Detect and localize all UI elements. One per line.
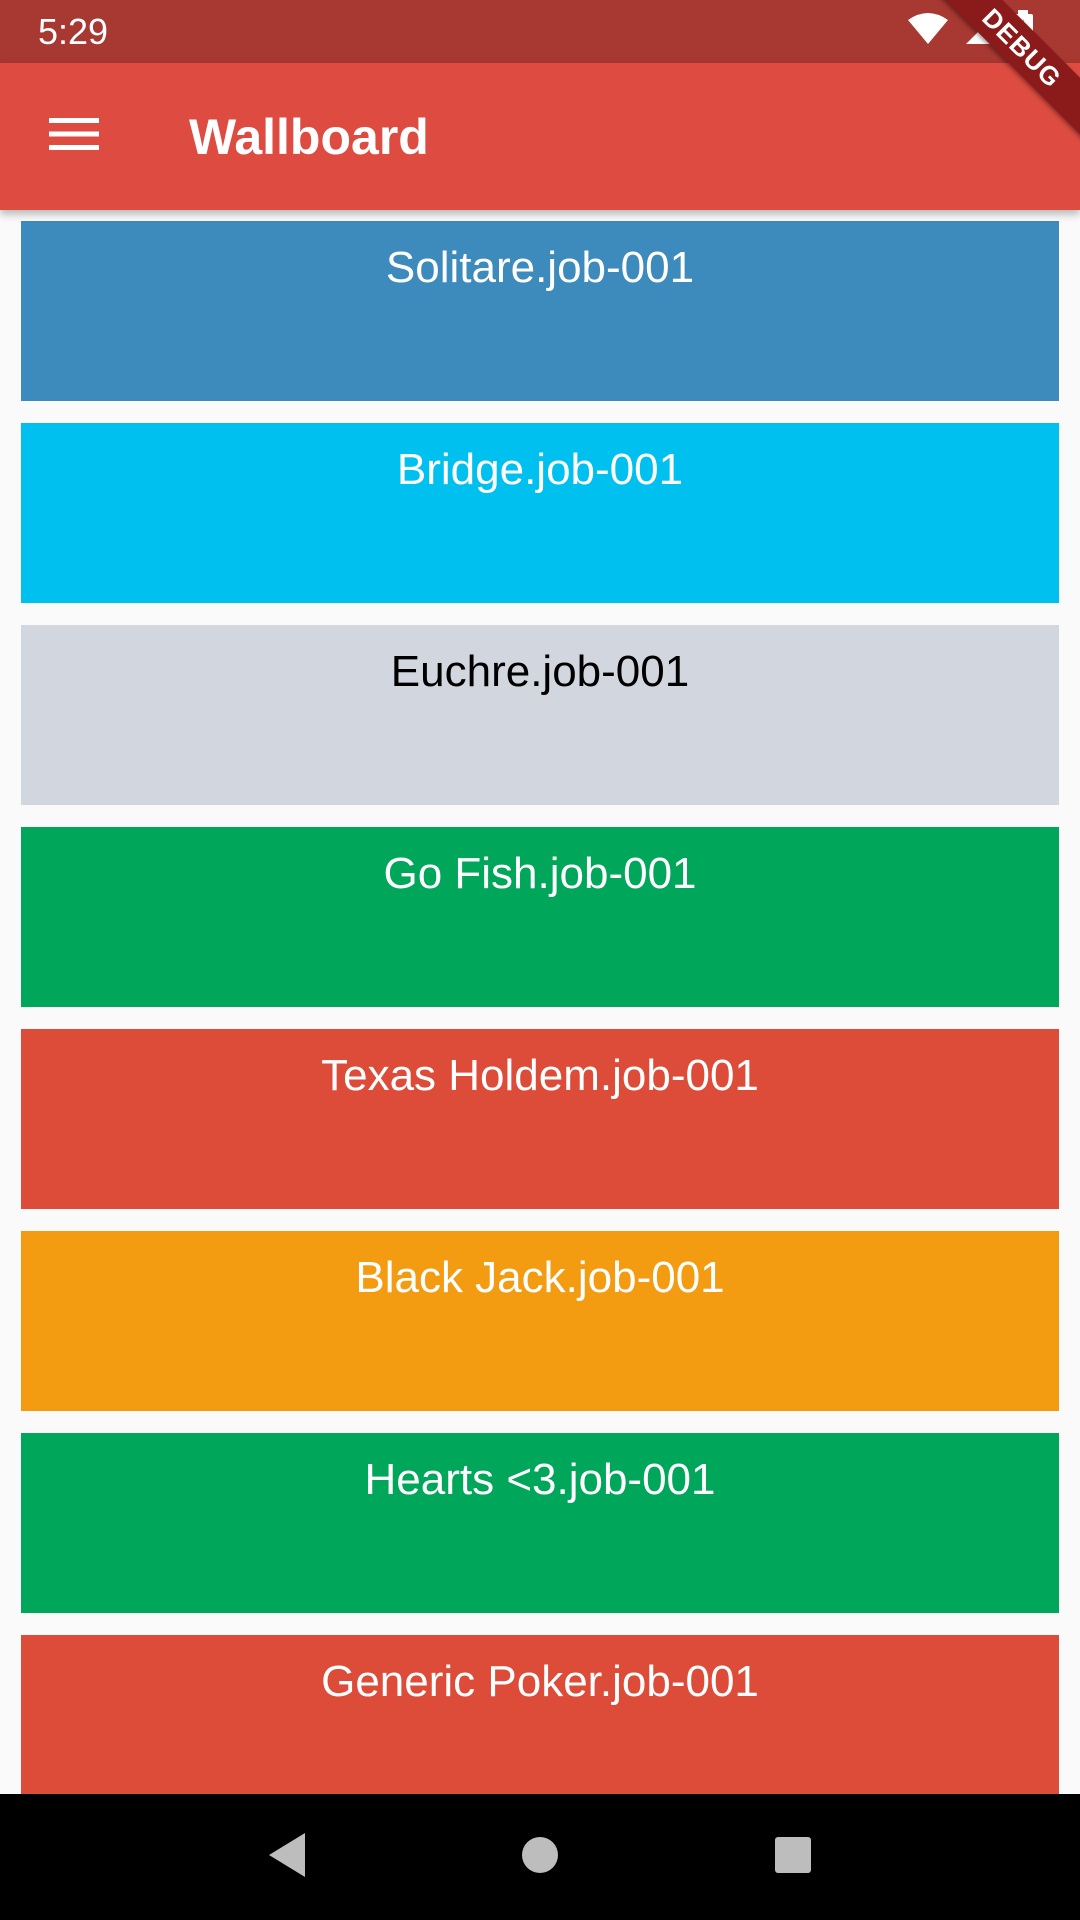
page-title: Wallboard [189, 108, 429, 165]
job-tile[interactable]: Bridge.job-001 [21, 423, 1059, 603]
cell-signal-icon [964, 12, 998, 51]
menu-button[interactable] [0, 63, 147, 210]
hamburger-menu-icon [48, 116, 99, 157]
status-bar: 5:29 [0, 0, 1080, 63]
status-icons [906, 10, 1034, 53]
job-tile[interactable]: Hearts <3.job-001 [21, 1433, 1059, 1613]
job-tile-label: Texas Holdem.job-001 [321, 1051, 759, 1100]
home-button[interactable] [500, 1817, 580, 1897]
job-tile-label: Generic Poker.job-001 [321, 1657, 759, 1706]
job-tile[interactable]: Euchre.job-001 [21, 625, 1059, 805]
recents-button[interactable] [753, 1817, 833, 1897]
job-tile[interactable]: Go Fish.job-001 [21, 827, 1059, 1007]
job-tile-label: Solitare.job-001 [385, 243, 695, 292]
wifi-icon [906, 12, 950, 51]
app-bar: Wallboard [0, 63, 1080, 210]
job-list[interactable]: Solitare.job-001 Bridge.job-001 Euchre.job… [0, 210, 1080, 1794]
job-tile[interactable]: Texas Holdem.job-001 [21, 1029, 1059, 1209]
home-icon [520, 1835, 560, 1880]
job-tile-label: Euchre.job-001 [390, 647, 690, 696]
back-button[interactable] [247, 1817, 327, 1897]
back-icon [265, 1831, 309, 1884]
recents-icon [773, 1835, 813, 1880]
battery-charging-icon [1012, 10, 1034, 53]
app-screen: 5:29 Wallboard DEBUG Solitare.job-001 Br… [0, 0, 1080, 1920]
navigation-bar [0, 1794, 1080, 1920]
job-tile[interactable]: Black Jack.job-001 [21, 1231, 1059, 1411]
job-tile-label: Bridge.job-001 [396, 445, 684, 494]
job-tile[interactable]: Generic Poker.job-001 [21, 1635, 1059, 1794]
job-tile-label: Hearts <3.job-001 [364, 1455, 716, 1504]
job-tile-label: Black Jack.job-001 [355, 1253, 725, 1302]
job-tile[interactable]: Solitare.job-001 [21, 221, 1059, 401]
status-time: 5:29 [38, 10, 109, 52]
job-tile-label: Go Fish.job-001 [383, 849, 697, 898]
